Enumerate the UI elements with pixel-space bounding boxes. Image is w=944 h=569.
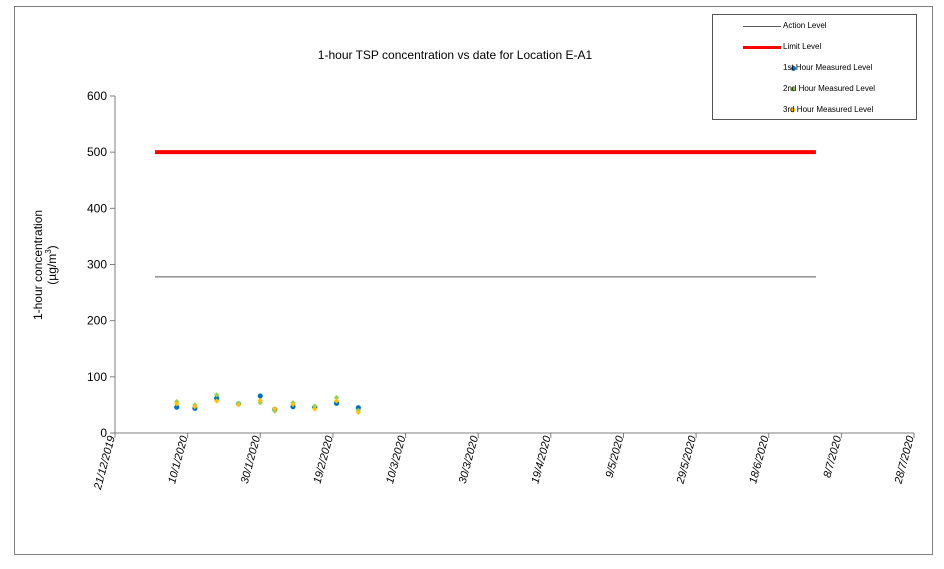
x-tick-label: 19/4/2020 [529,434,553,485]
y-tick-label: 300 [87,258,107,272]
legend-line-action [743,26,781,27]
x-tick-label: 21/12/2019 [92,435,118,492]
x-tick-label: 10/1/2020 [166,434,190,485]
legend-line-limit [743,46,781,49]
axes: 010020030040050060021/12/2019 10/1/2020 30… [87,89,917,492]
y-tick-label: 500 [87,145,107,159]
y-axis-unit-suffix: ) [45,245,59,249]
legend-label-2nd: 2nd Hour Measured Level [783,84,876,93]
y-tick-label: 400 [87,201,107,215]
data-points [174,392,361,415]
legend-item-1st-hour: 1st Hour Measured Level [713,61,916,75]
x-tick-label: 8/7/2020 [822,434,845,479]
point-series-1 [257,393,263,399]
chart-title: 1-hour TSP concentration vs date for Loc… [318,48,593,62]
legend-label-3rd: 3rd Hour Measured Level [783,105,874,114]
legend-label-limit: Limit Level [783,42,822,51]
legend-item-limit-level: Limit Level [713,40,916,54]
legend-item-action-level: Action Level [713,19,916,33]
legend: Action Level Limit Level 1st Hour Measur… [712,14,917,120]
y-axis-label: 1-hour concentration (µg/m3) [31,210,59,320]
x-tick-label: 18/6/2020 [747,434,771,485]
x-tick-label: 19/2/2020 [312,434,336,485]
y-tick-label: 200 [87,314,107,328]
y-axis-label-line1: 1-hour concentration [31,210,45,320]
x-tick-label: 30/1/2020 [239,434,263,485]
y-tick-label: 100 [87,370,107,384]
legend-item-2nd-hour: 2nd Hour Measured Level [713,82,916,96]
x-tick-label: 9/5/2020 [604,434,627,479]
x-tick-label: 28/7/2020 [892,434,917,486]
legend-label-1st: 1st Hour Measured Level [783,63,873,72]
reference-lines [154,150,816,278]
x-tick-label: 30/3/2020 [457,434,481,485]
y-axis-label-line2: (µg/m3) [44,245,59,284]
x-tick-label: 10/3/2020 [384,434,408,485]
legend-item-3rd-hour: 3rd Hour Measured Level [713,103,916,117]
x-tick-label: 29/5/2020 [674,434,699,486]
legend-label-action: Action Level [783,21,827,30]
y-tick-label: 600 [87,89,107,103]
y-axis-unit-prefix: (µg/m [45,254,59,285]
